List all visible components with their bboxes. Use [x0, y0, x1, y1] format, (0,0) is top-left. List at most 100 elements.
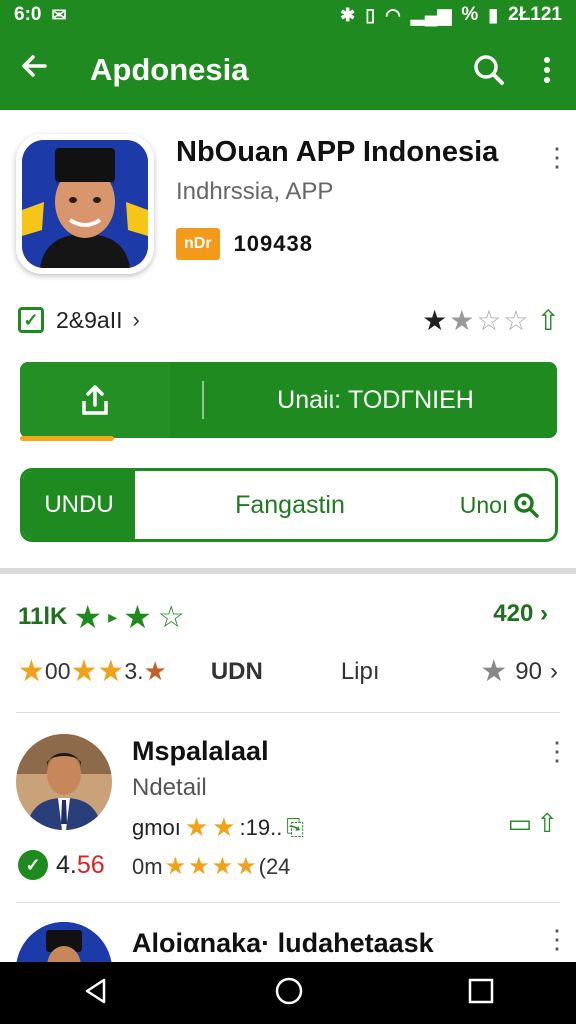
app-bar-title: Apdonesia [90, 52, 249, 87]
app-subtitle: Indhrssia, APP [176, 178, 334, 205]
star-full-icon: ★ [73, 599, 103, 635]
search-icon[interactable] [460, 53, 518, 87]
score-value: 4.56 [56, 851, 105, 880]
score-main: 4. [56, 850, 77, 879]
star-full-icon: ★ [70, 655, 98, 688]
rating-count: 11lK [18, 603, 68, 630]
status-bar: 6:0 ✉ ✱ ▯ ◠ ▂▄▆ % ▮ 2Ł121 [0, 0, 576, 30]
primary-action-button[interactable]: Unaiι: TODΓNIEH [20, 362, 557, 438]
back-arrow-icon[interactable] [2, 51, 66, 90]
star-empty-icon: ☆ [157, 600, 185, 634]
review-meta-prefix: gmoı [132, 814, 181, 840]
search-icon [514, 493, 540, 518]
vibrate-icon: ▯ [365, 4, 376, 25]
meta-row: ✓ 2&9aII › ★ ★ ☆ ☆ ⇧ [18, 302, 560, 338]
star-full-icon: ★ [212, 812, 236, 842]
avatar [16, 734, 112, 830]
rating-value-1: 00 [44, 658, 71, 684]
meta-text: 2&9aII [56, 306, 123, 333]
reviewer-name: Aloiαnaka· ludahetaask [132, 928, 434, 958]
segment-right[interactable]: Unoı [445, 471, 555, 539]
thumb-icon[interactable]: ⎘ [286, 815, 304, 841]
mail-icon: ✉ [51, 4, 67, 25]
checkbox-icon[interactable]: ✓ [18, 307, 44, 333]
primary-button-label: Unaiι: TODΓNIEH [277, 385, 474, 414]
segment-left[interactable]: UNDU [23, 471, 135, 539]
rating-label-2: Lipı [340, 657, 380, 685]
rating-right-count: 90 [515, 657, 542, 685]
status-clock: 2Ł121 [508, 4, 562, 25]
star-full-icon: ★ [143, 656, 167, 686]
star-full-icon: ★ [123, 599, 152, 635]
download-count: 109438 [233, 231, 313, 256]
segment-right-label: Unoı [459, 491, 509, 518]
app-rating-stars: ★ ★ ☆ ☆ ⇧ [422, 304, 560, 337]
star-half-icon: ★ [449, 304, 475, 336]
bluetooth-icon: ✱ [340, 4, 356, 25]
arrow-icon: ▸ [108, 606, 118, 627]
chevron-right-icon: › [550, 657, 558, 685]
star-full-icon: ★ [235, 853, 257, 880]
section-divider [0, 568, 576, 574]
star-full-icon: ★ [164, 853, 187, 880]
wifi-icon: ◠ [385, 4, 401, 25]
review-score: ✓ 4.56 [18, 850, 105, 880]
signal-icon: ▂▄▆ [410, 4, 452, 25]
rating-value-2: 3. [124, 658, 144, 684]
rating-right-group[interactable]: ★ 90 › [480, 654, 558, 689]
chevron-right-icon: › [540, 600, 548, 627]
star-gray-icon: ★ [480, 655, 508, 688]
segment-middle[interactable]: Fangastin [135, 471, 445, 539]
review-stars-prefix: 0m [132, 853, 163, 879]
review-meta-value: :19.. [239, 814, 283, 840]
ratings-section: 11lK ★ ▸ ★ ☆ 420 › ★ 00 ★ ★ 3. ★ UDN Lip… [0, 590, 576, 710]
star-full-icon: ★ [211, 853, 234, 880]
overflow-menu-icon[interactable] [518, 55, 576, 85]
status-time: 6:0 [14, 4, 42, 25]
nav-home-icon[interactable] [274, 976, 304, 1011]
rating-row-1: 11lK ★ ▸ ★ ☆ [18, 598, 185, 636]
review-item[interactable]: Aloiαnaka· ludahetaask ⋮ [0, 902, 576, 962]
home-share-icon[interactable]: ⇧ [536, 808, 558, 839]
avatar [16, 922, 112, 962]
share-upload-icon [20, 362, 170, 438]
star-empty-icon: ☆ [476, 304, 502, 336]
app-badge: nDr [176, 228, 220, 260]
star-full-icon: ★ [184, 812, 209, 842]
flag-icon[interactable]: ▭ [508, 808, 533, 839]
system-nav-bar [0, 962, 576, 1024]
segmented-control: UNDU Fangastin Unoı [20, 468, 558, 542]
app-bar: Apdonesia [0, 30, 576, 110]
chevron-right-icon[interactable]: › [133, 307, 140, 333]
review-subtitle: Ndetail [132, 774, 207, 801]
battery-percent: % [461, 4, 479, 25]
rating-row-2: ★ 00 ★ ★ 3. ★ UDN Lipı ★ 90 › [18, 654, 558, 689]
review-stars-suffix: (24 [258, 853, 291, 879]
review-stars-row: 0m ★ ★ ★ ★ (24 [132, 852, 290, 881]
home-share-icon[interactable]: ⇧ [537, 304, 560, 337]
star-empty-icon: ☆ [503, 304, 529, 336]
reviewer-name: Mspalalaal [132, 736, 269, 766]
app-icon[interactable] [16, 134, 154, 386]
app-more-icon[interactable]: ⋮ [544, 142, 570, 173]
check-circle-icon: ✓ [18, 850, 48, 880]
rating-right-link[interactable]: 420 › [493, 600, 548, 628]
app-name: NbOuan APP Indonesia [176, 136, 499, 168]
nav-back-icon[interactable] [82, 977, 110, 1010]
nav-recents-icon[interactable] [468, 978, 494, 1009]
star-full-icon: ★ [18, 655, 45, 688]
review-item[interactable]: Mspalalaal Ndetail gmoı ★ ★ :19.. ⎘ ⋮ ▭ … [0, 712, 576, 902]
app-info-card: NbOuan APP Indonesia Indhrssia, APP nDr … [0, 112, 576, 570]
review-actions: ▭ ⇧ [508, 808, 558, 839]
review-meta-row: gmoı ★ ★ :19.. ⎘ [132, 812, 304, 843]
star-full-icon: ★ [97, 655, 125, 688]
review-more-icon[interactable]: ⋮ [544, 924, 570, 955]
rating-label-1: UDN [210, 657, 263, 685]
review-more-icon[interactable]: ⋮ [544, 736, 570, 767]
rating-right-value: 420 [493, 600, 534, 627]
progress-bar [20, 436, 114, 441]
star-full-icon: ★ [422, 304, 448, 336]
star-full-icon: ★ [188, 853, 210, 880]
score-red: 56 [76, 850, 105, 879]
battery-icon: ▮ [488, 4, 499, 25]
